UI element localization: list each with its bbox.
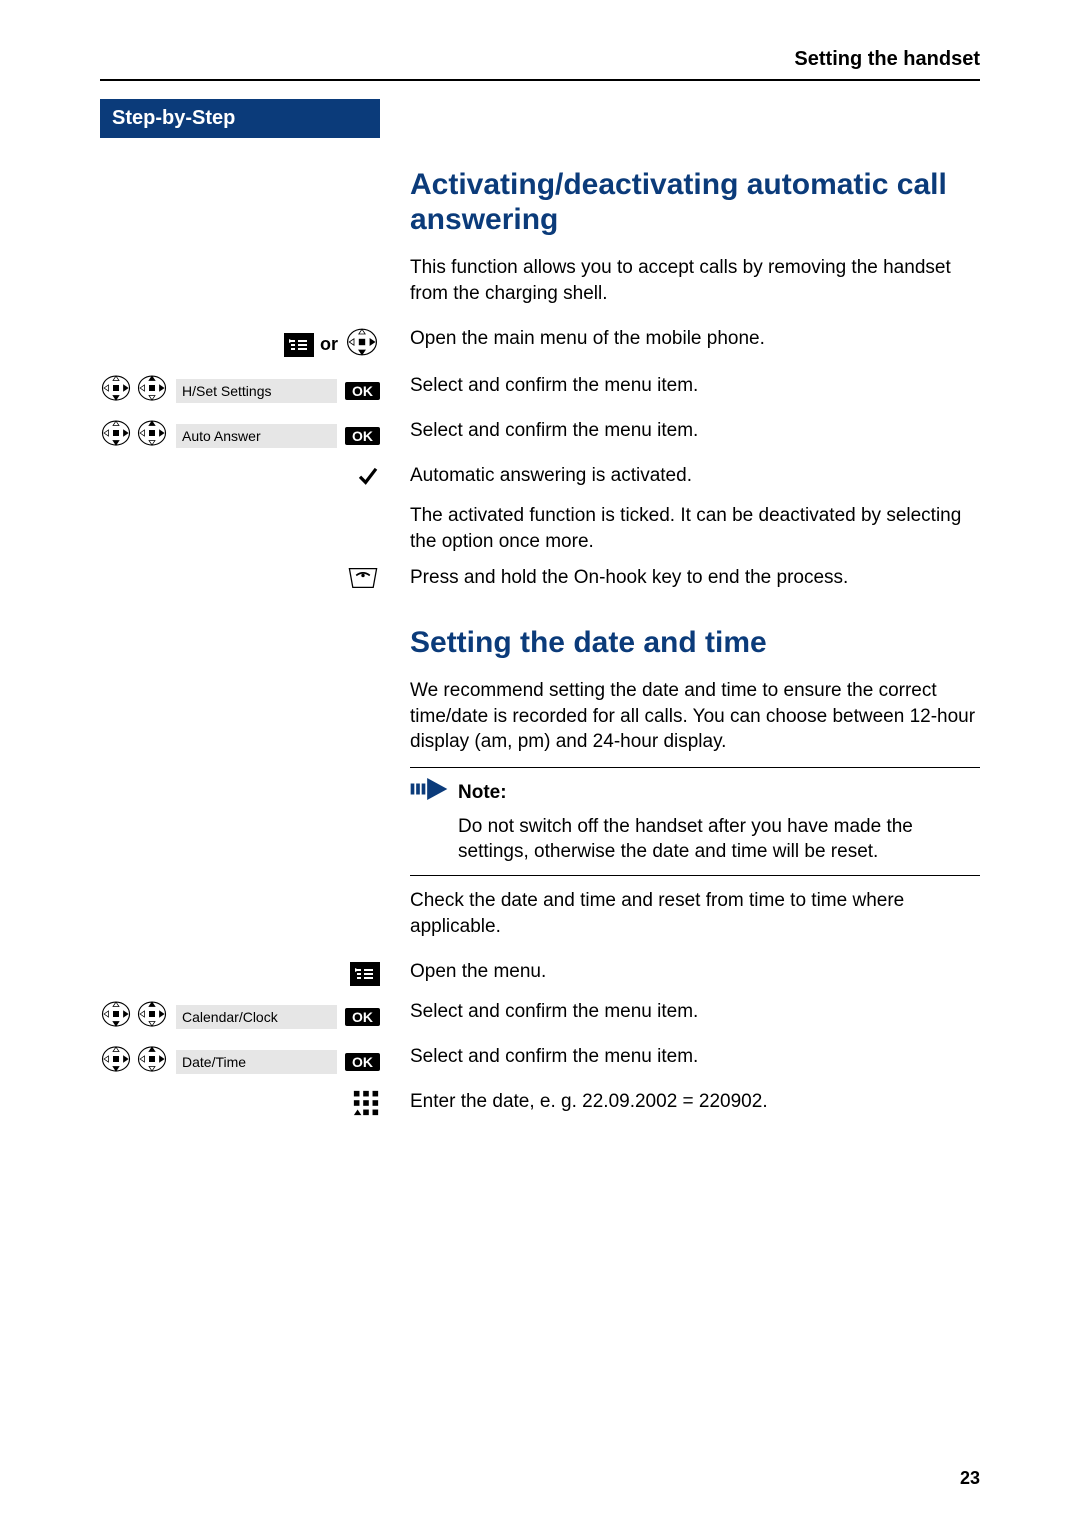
ok-button: OK xyxy=(345,427,380,445)
nav-pad-icon xyxy=(100,1044,132,1079)
step-text: Open the main menu of the mobile phone. xyxy=(410,328,765,349)
ok-button: OK xyxy=(345,382,380,400)
ok-button: OK xyxy=(345,1008,380,1026)
check-icon xyxy=(356,464,380,493)
step-by-step-tab: Step-by-Step xyxy=(100,99,380,138)
ok-button: OK xyxy=(345,1053,380,1071)
or-label: or xyxy=(320,334,338,355)
onhook-key-icon xyxy=(346,565,380,596)
nav-pad-icon xyxy=(136,1044,168,1079)
note-title: Note: xyxy=(458,780,507,806)
nav-pad-icon xyxy=(100,373,132,408)
step-text: Select and confirm the menu item. xyxy=(410,420,698,441)
section2-intro: We recommend setting the date and time t… xyxy=(410,678,980,755)
note-arrow-icon xyxy=(410,778,448,808)
nav-pad-icon xyxy=(344,326,380,363)
step-text: Press and hold the On-hook key to end th… xyxy=(410,567,848,588)
nav-pad-icon xyxy=(136,373,168,408)
section-title: Setting the handset xyxy=(794,48,980,70)
menu-item-date-time: Date/Time xyxy=(176,1050,337,1074)
nav-pad-icon xyxy=(136,999,168,1034)
section2-postnote: Check the date and time and reset from t… xyxy=(410,888,980,939)
step-text: Enter the date, e. g. 22.09.2002 = 22090… xyxy=(410,1091,768,1112)
page-header: Setting the handset xyxy=(100,48,980,81)
menu-item-calendar-clock: Calendar/Clock xyxy=(176,1005,337,1029)
section1-title: Activating/deactivating automatic call a… xyxy=(410,168,980,237)
step-text: The activated function is ticked. It can… xyxy=(410,505,961,552)
step-text: Select and confirm the menu item. xyxy=(410,1046,698,1067)
keypad-icon xyxy=(352,1089,380,1122)
nav-pad-icon xyxy=(100,418,132,453)
note-body: Do not switch off the handset after you … xyxy=(410,814,980,865)
section2-title: Setting the date and time xyxy=(410,626,980,661)
step-text: Automatic answering is activated. xyxy=(410,465,692,486)
nav-pad-icon xyxy=(100,999,132,1034)
section1-intro: This function allows you to accept calls… xyxy=(410,255,980,306)
step-text: Select and confirm the menu item. xyxy=(410,375,698,396)
menu-key-icon xyxy=(284,333,314,357)
step-text: Open the menu. xyxy=(410,961,546,982)
step-text: Select and confirm the menu item. xyxy=(410,1001,698,1022)
page-number: 23 xyxy=(960,1468,980,1489)
nav-pad-icon xyxy=(136,418,168,453)
menu-item-auto-answer: Auto Answer xyxy=(176,424,337,448)
note-box: Note: Do not switch off the handset afte… xyxy=(410,767,980,876)
menu-item-hset-settings: H/Set Settings xyxy=(176,379,337,403)
menu-key-icon xyxy=(350,962,380,986)
